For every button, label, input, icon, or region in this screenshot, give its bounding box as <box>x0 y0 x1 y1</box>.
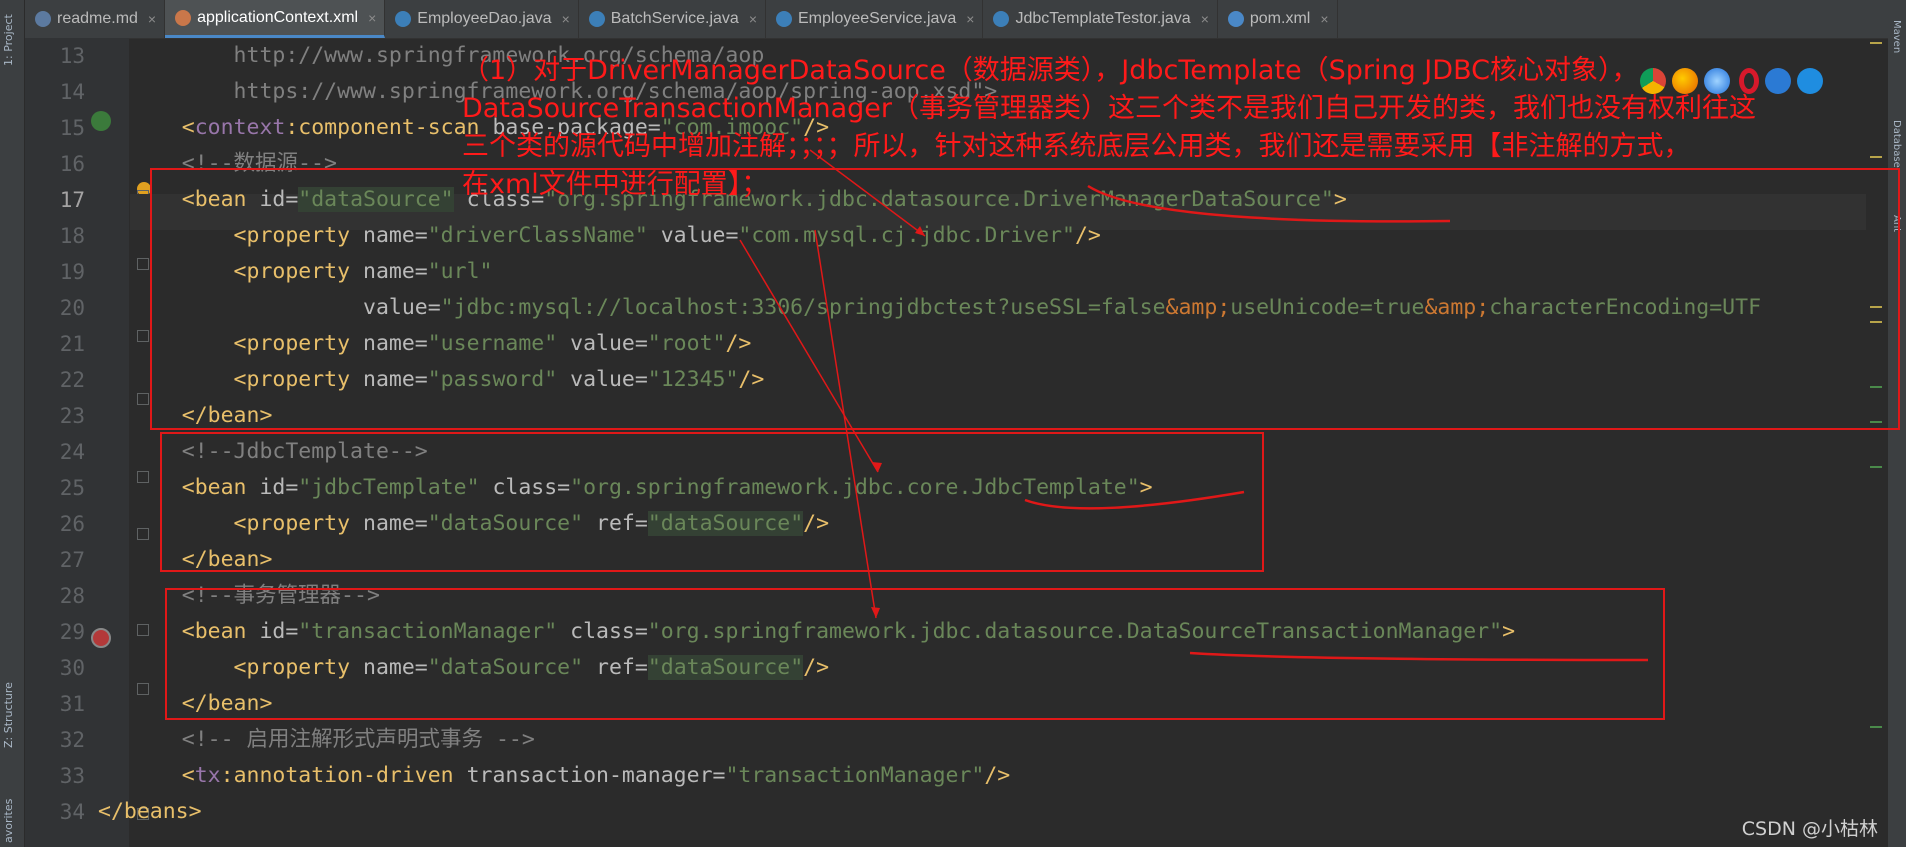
opera-icon[interactable] <box>1739 68 1759 94</box>
browser-preview-icons <box>1640 68 1823 94</box>
arrow-line <box>739 239 879 473</box>
ie-icon[interactable] <box>1765 68 1791 94</box>
arrow-line <box>814 229 877 619</box>
firefox-icon[interactable] <box>1672 68 1698 94</box>
arrow-head <box>915 226 925 236</box>
annotation-line-4: 在xml文件中进行配置】； <box>462 169 769 200</box>
underline-stroke <box>1024 490 1245 510</box>
annotation-line-3: 三个类的源代码中增加注解；；；；所以，针对这种系统底层公用类，我们还是需要采用【… <box>462 131 1691 162</box>
underline-stroke <box>1189 651 1649 662</box>
annotation-line-2: DataSourceTransactionManager（事务管理器类）这三个类… <box>462 93 1757 124</box>
edge-icon[interactable] <box>1797 68 1823 94</box>
csdn-watermark: CSDN @小枯林 <box>1741 818 1878 840</box>
safari-icon[interactable] <box>1704 68 1730 94</box>
arrow-head <box>871 607 880 618</box>
chrome-icon[interactable] <box>1640 68 1666 94</box>
